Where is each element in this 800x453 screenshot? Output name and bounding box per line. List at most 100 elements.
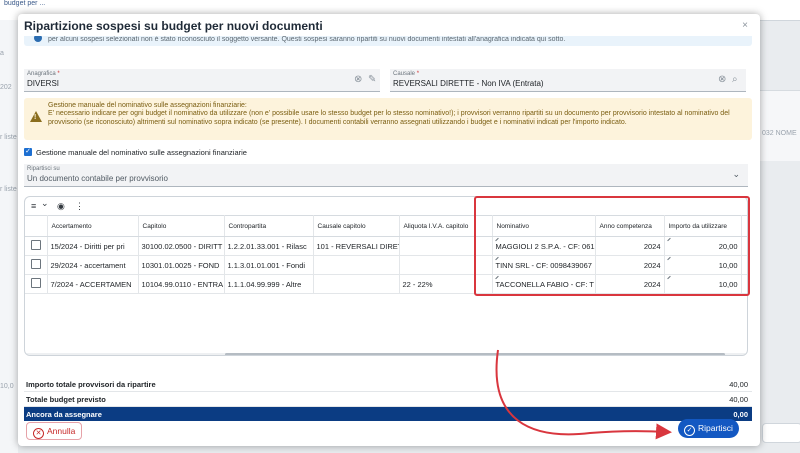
aliquota-cell[interactable] [399,236,493,256]
close-icon[interactable]: × [742,20,748,31]
info-banner: per alcuni sospesi selezionati non è sta… [24,36,752,46]
total-row: Totale budget previsto 40,00 [24,392,752,407]
importo-cell[interactable]: 10,00 [664,255,742,275]
background-tab[interactable]: budget per ... [0,0,92,10]
row-checkbox[interactable] [25,236,48,256]
column-header[interactable]: Contropartita [224,215,314,237]
edit-icon[interactable]: ✎ [368,74,376,85]
anno-cell[interactable]: 2024 [595,255,665,275]
remaining-row: Ancora da assegnare 0,00 [24,407,752,421]
clear-icon[interactable]: ⊗ [718,74,726,85]
eye-icon[interactable]: ◉ [57,201,65,212]
column-header[interactable]: Capitolo [138,215,225,237]
horizontal-scrollbar-thumb[interactable] [225,353,725,355]
background-button[interactable] [762,423,800,443]
ripartisci-button[interactable]: ✓ Ripartisci [678,419,739,438]
info-text: per alcuni sospesi selezionati non è sta… [48,36,566,43]
grid-header-row: Accertamento Capitolo Contropartita Caus… [25,215,747,237]
total-label: Ancora da assegnare [26,410,102,419]
warning-banner: ! Gestione manuale del nominativo sulle … [24,98,752,140]
warning-body: E' necessario indicare per ogni budget i… [48,110,730,126]
column-header[interactable]: Aliquota I.V.A. capitolo [399,215,493,237]
capitolo-cell[interactable]: 10301.01.0025 - FOND [138,255,225,275]
spacer-cell [741,255,747,275]
grid-table: Accertamento Capitolo Contropartita Caus… [25,215,747,294]
spacer-cell [741,236,747,256]
column-header[interactable]: Accertamento [47,215,139,237]
annulla-label: Annulla [47,426,76,436]
checkbox-checked-icon[interactable]: ✓ [24,148,32,156]
spacer-cell [741,274,747,294]
nominativo-cell[interactable]: MAGGIOLI 2 S.P.A. - CF: 061 [492,236,596,256]
background-label: 202 [0,84,12,91]
contropartita-cell[interactable]: 1.1.1.04.99.999 - Altre [224,274,314,294]
clear-icon[interactable]: ⊗ [354,74,362,85]
chevron-down-icon[interactable]: ⌄ [732,169,740,180]
annulla-button[interactable]: ✕ Annulla [26,422,83,440]
modal-title: Ripartizione sospesi su budget per nuovi… [24,19,323,33]
aliquota-cell[interactable] [399,255,493,275]
capitolo-cell[interactable]: 30100.02.0500 - DIRITT [138,236,225,256]
background-label: r liste [0,134,17,141]
background-label: a [0,50,4,57]
capitolo-cell[interactable]: 10104.99.0110 - ENTRA [138,274,225,294]
row-checkbox[interactable] [25,255,48,275]
column-header-spacer [741,215,747,237]
search-icon[interactable]: ⌕ [732,74,738,85]
chevron-down-icon[interactable]: ⌄ [41,198,49,209]
causale-field[interactable]: Causale * REVERSALI DIRETTE - Non IVA (E… [390,69,746,92]
checkbox[interactable] [30,240,41,250]
importo-cell[interactable]: 20,00 [664,236,742,256]
ripartisci-label: Ripartisci [698,423,733,433]
column-header-select [25,215,48,237]
row-checkbox[interactable] [25,274,48,294]
checkbox[interactable] [30,278,41,288]
total-label: Totale budget previsto [26,395,106,404]
table-row[interactable]: 15/2024 - Diritti per pri 30100.02.0500 … [25,236,747,256]
causale-capitolo-cell[interactable]: 101 - REVERSALI DIRET [313,236,400,256]
causale-label: Causale * [393,71,420,77]
table-row[interactable]: 7/2024 - ACCERTAMEN 10104.99.0110 - ENTR… [25,274,747,294]
column-header[interactable]: Importo da utilizzare [664,215,742,237]
table-row[interactable]: 29/2024 - accertament 10301.01.0025 - FO… [25,255,747,275]
anno-cell[interactable]: 2024 [595,274,665,294]
accertamento-cell[interactable]: 7/2024 - ACCERTAMEN [47,274,139,294]
accertamento-cell[interactable]: 15/2024 - Diritti per pri [47,236,139,256]
ripartisci-su-value[interactable]: Un documento contabile per provvisorio [27,174,168,183]
total-value: 0,00 [733,410,748,419]
check-circle-icon: ✓ [684,425,695,436]
budget-grid: ≡ ⌄ ◉ ⋮ Accertamento Capitolo Contropart… [24,196,748,356]
importo-cell[interactable]: 10,00 [664,274,742,294]
contropartita-cell[interactable]: 1.2.2.01.33.001 - Rilasc [224,236,314,256]
nominativo-cell[interactable]: TACCONELLA FABIO - CF: T [492,274,596,294]
total-label: Importo totale provvisori da ripartire [26,380,156,389]
warning-icon-mark: ! [34,114,37,121]
menu-icon[interactable]: ≡ [31,201,36,211]
more-icon[interactable]: ⋮ [75,201,84,212]
column-header[interactable]: Causale capitolo [313,215,400,237]
checkbox-label: Gestione manuale del nominativo sulle as… [36,148,247,157]
background-label: 10,0 [0,383,14,390]
checkbox[interactable] [30,259,41,269]
ripartisci-su-label: Ripartisci su [27,166,60,172]
column-header[interactable]: Anno competenza [595,215,665,237]
nominativo-cell[interactable]: TINN SRL - CF: 0098439067 [492,255,596,275]
total-value: 40,00 [729,380,748,389]
accertamento-cell[interactable]: 29/2024 - accertament [47,255,139,275]
causale-capitolo-cell[interactable] [313,255,400,275]
contropartita-cell[interactable]: 1.1.3.01.01.001 - Fondi [224,255,314,275]
ripartisci-su-select[interactable]: Ripartisci su Un documento contabile per… [24,164,748,187]
cancel-icon: ✕ [33,428,44,439]
warning-text: Gestione manuale del nominativo sulle as… [48,102,738,127]
causale-value[interactable]: REVERSALI DIRETTE - Non IVA (Entrata) [393,79,544,88]
anno-cell[interactable]: 2024 [595,236,665,256]
background-right-panel [760,90,800,161]
causale-capitolo-cell[interactable] [313,274,400,294]
anagrafica-value[interactable]: DIVERSI [27,79,59,88]
ripartizione-modal: Ripartizione sospesi su budget per nuovi… [18,14,760,446]
anagrafica-field[interactable]: Anagrafica * DIVERSI ⊗ ✎ [24,69,380,92]
total-value: 40,00 [729,395,748,404]
column-header[interactable]: Nominativo [492,215,596,237]
warning-title: Gestione manuale del nominativo sulle as… [48,102,247,109]
aliquota-cell[interactable]: 22 - 22% [399,274,493,294]
